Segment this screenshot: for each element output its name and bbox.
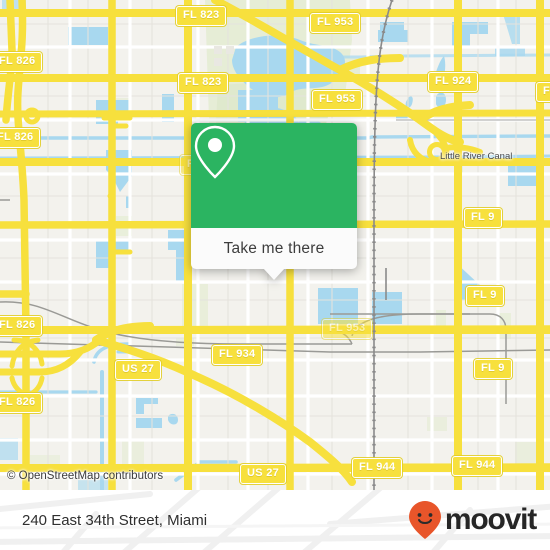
road-shield-fl-953: FL 953 (322, 319, 373, 339)
road-shield-fl-823: FL 823 (178, 73, 229, 93)
map-attribution[interactable]: © OpenStreetMap contributors (7, 470, 163, 482)
road-shield-fl-953: FL 953 (310, 13, 361, 33)
moovit-logo[interactable]: moovit (408, 490, 537, 550)
moovit-map-screen: .rd-major{stroke:#f7e03d;stroke-linecap:… (0, 0, 550, 550)
road-shield-fl-826: FL 826 (0, 393, 43, 413)
place-label-little-river-canal: Little River Canal (440, 151, 513, 162)
road-shield-fl-944: FL 944 (352, 458, 403, 478)
road-shield-fl-823: FL 823 (176, 6, 227, 26)
road-shield-fl-944: FL 944 (452, 456, 503, 476)
road-shield-fl-9: FL 9 (474, 359, 512, 379)
moovit-pin-icon (408, 501, 441, 539)
destination-callout-card[interactable]: Take me there (191, 123, 357, 280)
road-shield-fl-953: FL 953 (312, 90, 363, 110)
footer-bar: 240 East 34th Street, Miami moovit (0, 490, 550, 550)
road-shield-us-27: US 27 (240, 464, 287, 484)
callout-action-area[interactable]: Take me there (191, 228, 357, 280)
road-shield-fl-826: FL 826 (0, 316, 43, 336)
take-me-there-label: Take me there (223, 239, 325, 257)
road-shield-fl-826: FL 826 (0, 52, 43, 72)
road-shield-fl-9: FL 9 (466, 286, 504, 306)
map-pin-icon (194, 125, 236, 179)
footer-address: 240 East 34th Street, Miami (22, 511, 208, 529)
road-shield-fl-9: FL 9 (464, 208, 502, 228)
road-shield-fl-924: FL 924 (428, 72, 479, 92)
road-shield-fl-826: FL 826 (0, 128, 41, 148)
map-canvas[interactable]: .rd-major{stroke:#f7e03d;stroke-linecap:… (0, 0, 550, 490)
road-shield-fl-934: FL 934 (212, 345, 263, 365)
road-shield-fl: FL (536, 82, 550, 102)
moovit-wordmark: moovit (444, 503, 537, 536)
road-shield-us-27: US 27 (115, 360, 162, 380)
callout-pin-area (191, 123, 357, 228)
callout-tail (263, 268, 285, 280)
